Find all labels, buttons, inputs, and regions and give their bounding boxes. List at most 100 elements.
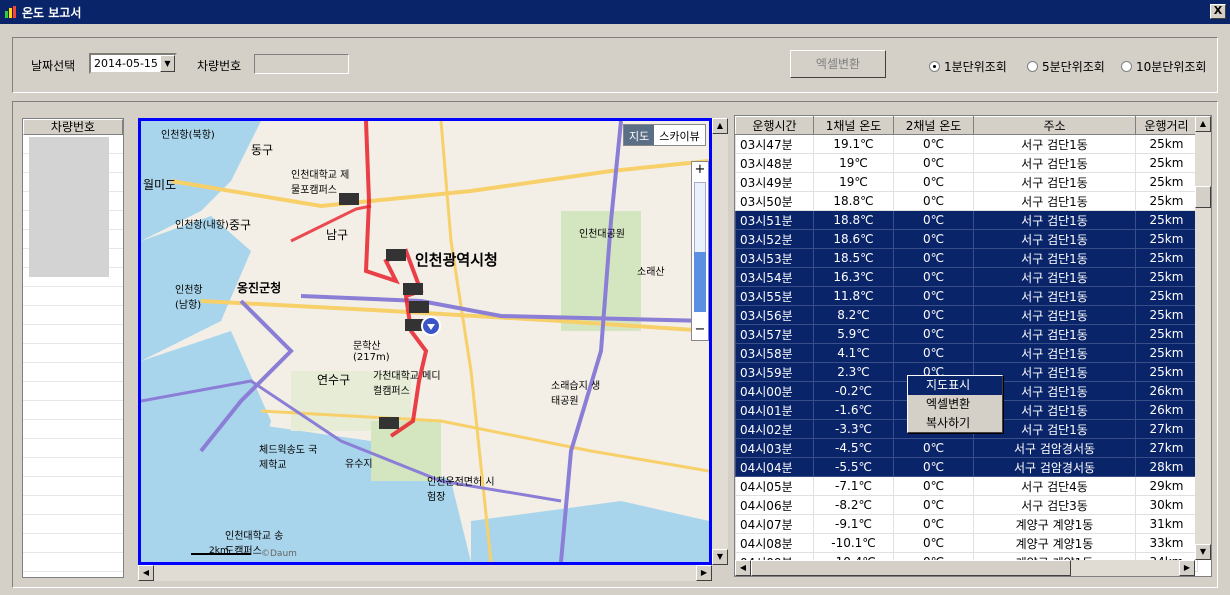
column-header[interactable]: 운행거리 — [1135, 116, 1198, 135]
scroll-thumb[interactable] — [1195, 186, 1211, 208]
scroll-right-icon[interactable]: ▶ — [1179, 560, 1195, 576]
table-row[interactable]: 04시05분 -7.1℃ 0℃ 서구 검단4동 29km — [735, 476, 1198, 496]
table-row[interactable]: 04시03분 -4.5℃ 0℃ 서구 검암경서동 27km — [735, 438, 1198, 458]
map-label: 남구 — [326, 228, 349, 242]
table-cell: -0.2℃ — [813, 381, 894, 401]
table-cell: 0℃ — [893, 191, 974, 211]
map-canvas[interactable] — [141, 121, 709, 562]
excel-export-button[interactable]: 엑셀변환 — [790, 50, 886, 78]
table-cell: 03시51분 — [735, 210, 814, 230]
radio-unchecked-icon — [1027, 61, 1038, 72]
zoom-control[interactable]: + − — [691, 161, 709, 341]
tab-map[interactable]: 지도 — [624, 125, 655, 145]
menu-item-show-map[interactable]: 지도표시 — [908, 376, 1002, 395]
map-label: 옹진군청 — [237, 281, 282, 295]
zoom-in-icon[interactable]: + — [692, 162, 708, 180]
table-cell: 03시59분 — [735, 362, 814, 382]
table-cell: 04시01분 — [735, 400, 814, 420]
zoom-out-icon[interactable]: − — [692, 322, 708, 340]
table-cell: 03시58분 — [735, 343, 814, 363]
dropdown-arrow-icon[interactable]: ▼ — [160, 55, 175, 72]
table-row[interactable]: 03시53분 18.5℃ 0℃ 서구 검단1동 25km — [735, 248, 1198, 268]
close-button[interactable]: X — [1210, 4, 1226, 19]
table-row[interactable]: 03시48분 19℃ 0℃ 서구 검단1동 25km — [735, 153, 1198, 173]
scroll-thumb[interactable] — [751, 560, 1071, 576]
table-cell: 04시08분 — [735, 533, 814, 553]
table-cell: 25km — [1135, 286, 1198, 306]
map-horizontal-scrollbar[interactable]: ◀ ▶ — [138, 565, 712, 581]
date-select[interactable]: 2014-05-15 ▼ — [89, 53, 177, 74]
table-cell: 서구 검단1동 — [973, 305, 1136, 325]
table-vertical-scrollbar[interactable]: ▲ ▼ — [1195, 116, 1211, 560]
table-horizontal-scrollbar[interactable]: ◀ ▶ — [735, 560, 1195, 576]
table-cell: 04시03분 — [735, 438, 814, 458]
scroll-up-icon[interactable]: ▲ — [1195, 116, 1211, 132]
table-cell: 서구 검단1동 — [973, 210, 1136, 230]
window-title: 온도 보고서 — [22, 6, 82, 20]
radio-5min[interactable]: 5분단위조회 — [1027, 58, 1105, 75]
map-label: 인천항(북항) — [161, 130, 215, 141]
table-row[interactable]: 04시06분 -8.2℃ 0℃ 서구 검단3동 30km — [735, 495, 1198, 515]
table-cell: 25km — [1135, 153, 1198, 173]
map-label: 인천운전면허 시험장 — [427, 477, 495, 503]
table-cell: 0℃ — [893, 210, 974, 230]
table-cell: 25km — [1135, 267, 1198, 287]
car-list[interactable]: 차량번호 — [22, 118, 124, 578]
map-type-tabs[interactable]: 지도 스카이뷰 — [623, 124, 706, 146]
table-cell: 0℃ — [893, 153, 974, 173]
table-cell: 0℃ — [893, 229, 974, 249]
tab-skyview[interactable]: 스카이뷰 — [654, 125, 704, 145]
car-number-field[interactable] — [254, 54, 349, 74]
scroll-down-icon[interactable]: ▼ — [712, 549, 728, 565]
map-label: 소래산 — [637, 267, 665, 278]
table-cell: 2.3℃ — [813, 362, 894, 382]
table-row[interactable]: 03시57분 5.9℃ 0℃ 서구 검단1동 25km — [735, 324, 1198, 344]
table-cell: -9.1℃ — [813, 514, 894, 534]
table-cell: 03시52분 — [735, 229, 814, 249]
map-label: 인천항(남항) — [175, 285, 203, 311]
menu-item-copy[interactable]: 복사하기 — [908, 414, 1002, 433]
table-row[interactable]: 03시58분 4.1℃ 0℃ 서구 검단1동 25km — [735, 343, 1198, 363]
table-cell: 03시50분 — [735, 191, 814, 211]
table-cell: 19.1℃ — [813, 134, 894, 154]
scroll-left-icon[interactable]: ◀ — [138, 565, 154, 581]
table-row[interactable]: 03시56분 8.2℃ 0℃ 서구 검단1동 25km — [735, 305, 1198, 325]
table-cell: -8.2℃ — [813, 495, 894, 515]
car-list-header[interactable]: 차량번호 — [23, 119, 123, 135]
table-row[interactable]: 03시52분 18.6℃ 0℃ 서구 검단1동 25km — [735, 229, 1198, 249]
map-label: 유수지 — [345, 459, 373, 470]
radio-10min[interactable]: 10분단위조회 — [1121, 58, 1206, 75]
table-row[interactable]: 04시04분 -5.5℃ 0℃ 서구 검암경서동 28km — [735, 457, 1198, 477]
table-row[interactable]: 04시08분 -10.1℃ 0℃ 계양구 계양1동 33km — [735, 533, 1198, 553]
map-view[interactable]: 인천항(북항) 동구 월미도 인천항(내항) 중구 인천대학교 제물포캠퍼스 남… — [138, 118, 712, 565]
column-header[interactable]: 주소 — [973, 116, 1136, 135]
table-cell: 0℃ — [893, 343, 974, 363]
column-header[interactable]: 운행시간 — [735, 116, 814, 135]
map-vertical-scrollbar[interactable]: ▲ ▼ — [712, 118, 728, 565]
table-row[interactable]: 03시55분 11.8℃ 0℃ 서구 검단1동 25km — [735, 286, 1198, 306]
column-header[interactable]: 2채널 온도 — [893, 116, 974, 135]
context-menu[interactable]: 지도표시 엑셀변환 복사하기 — [907, 375, 1003, 433]
table-row[interactable]: 03시51분 18.8℃ 0℃ 서구 검단1동 25km — [735, 210, 1198, 230]
table-cell: 서구 검암경서동 — [973, 438, 1136, 458]
scroll-down-icon[interactable]: ▼ — [1195, 544, 1211, 560]
table-row[interactable]: 03시50분 18.8℃ 0℃ 서구 검단1동 25km — [735, 191, 1198, 211]
scroll-up-icon[interactable]: ▲ — [712, 118, 728, 134]
table-row[interactable]: 03시47분 19.1℃ 0℃ 서구 검단1동 25km — [735, 134, 1198, 154]
data-table[interactable]: 운행시간 1채널 온도 2채널 온도 주소 운행거리 03시47분 19.1℃ 0℃… — [734, 115, 1212, 577]
radio-1min[interactable]: 1분단위조회 — [929, 58, 1007, 75]
table-row[interactable]: 04시07분 -9.1℃ 0℃ 계양구 계양1동 31km — [735, 514, 1198, 534]
table-row[interactable]: 03시49분 19℃ 0℃ 서구 검단1동 25km — [735, 172, 1198, 192]
table-cell: 27km — [1135, 419, 1198, 439]
table-cell: 26km — [1135, 400, 1198, 420]
table-cell: 0℃ — [893, 267, 974, 287]
menu-item-excel[interactable]: 엑셀변환 — [908, 395, 1002, 414]
table-row[interactable]: 03시54분 16.3℃ 0℃ 서구 검단1동 25km — [735, 267, 1198, 287]
scroll-left-icon[interactable]: ◀ — [735, 560, 751, 576]
table-cell: 03시54분 — [735, 267, 814, 287]
table-cell: 계양구 계양1동 — [973, 514, 1136, 534]
table-cell: 03시49분 — [735, 172, 814, 192]
table-cell: 28km — [1135, 457, 1198, 477]
scroll-right-icon[interactable]: ▶ — [696, 565, 712, 581]
column-header[interactable]: 1채널 온도 — [813, 116, 894, 135]
